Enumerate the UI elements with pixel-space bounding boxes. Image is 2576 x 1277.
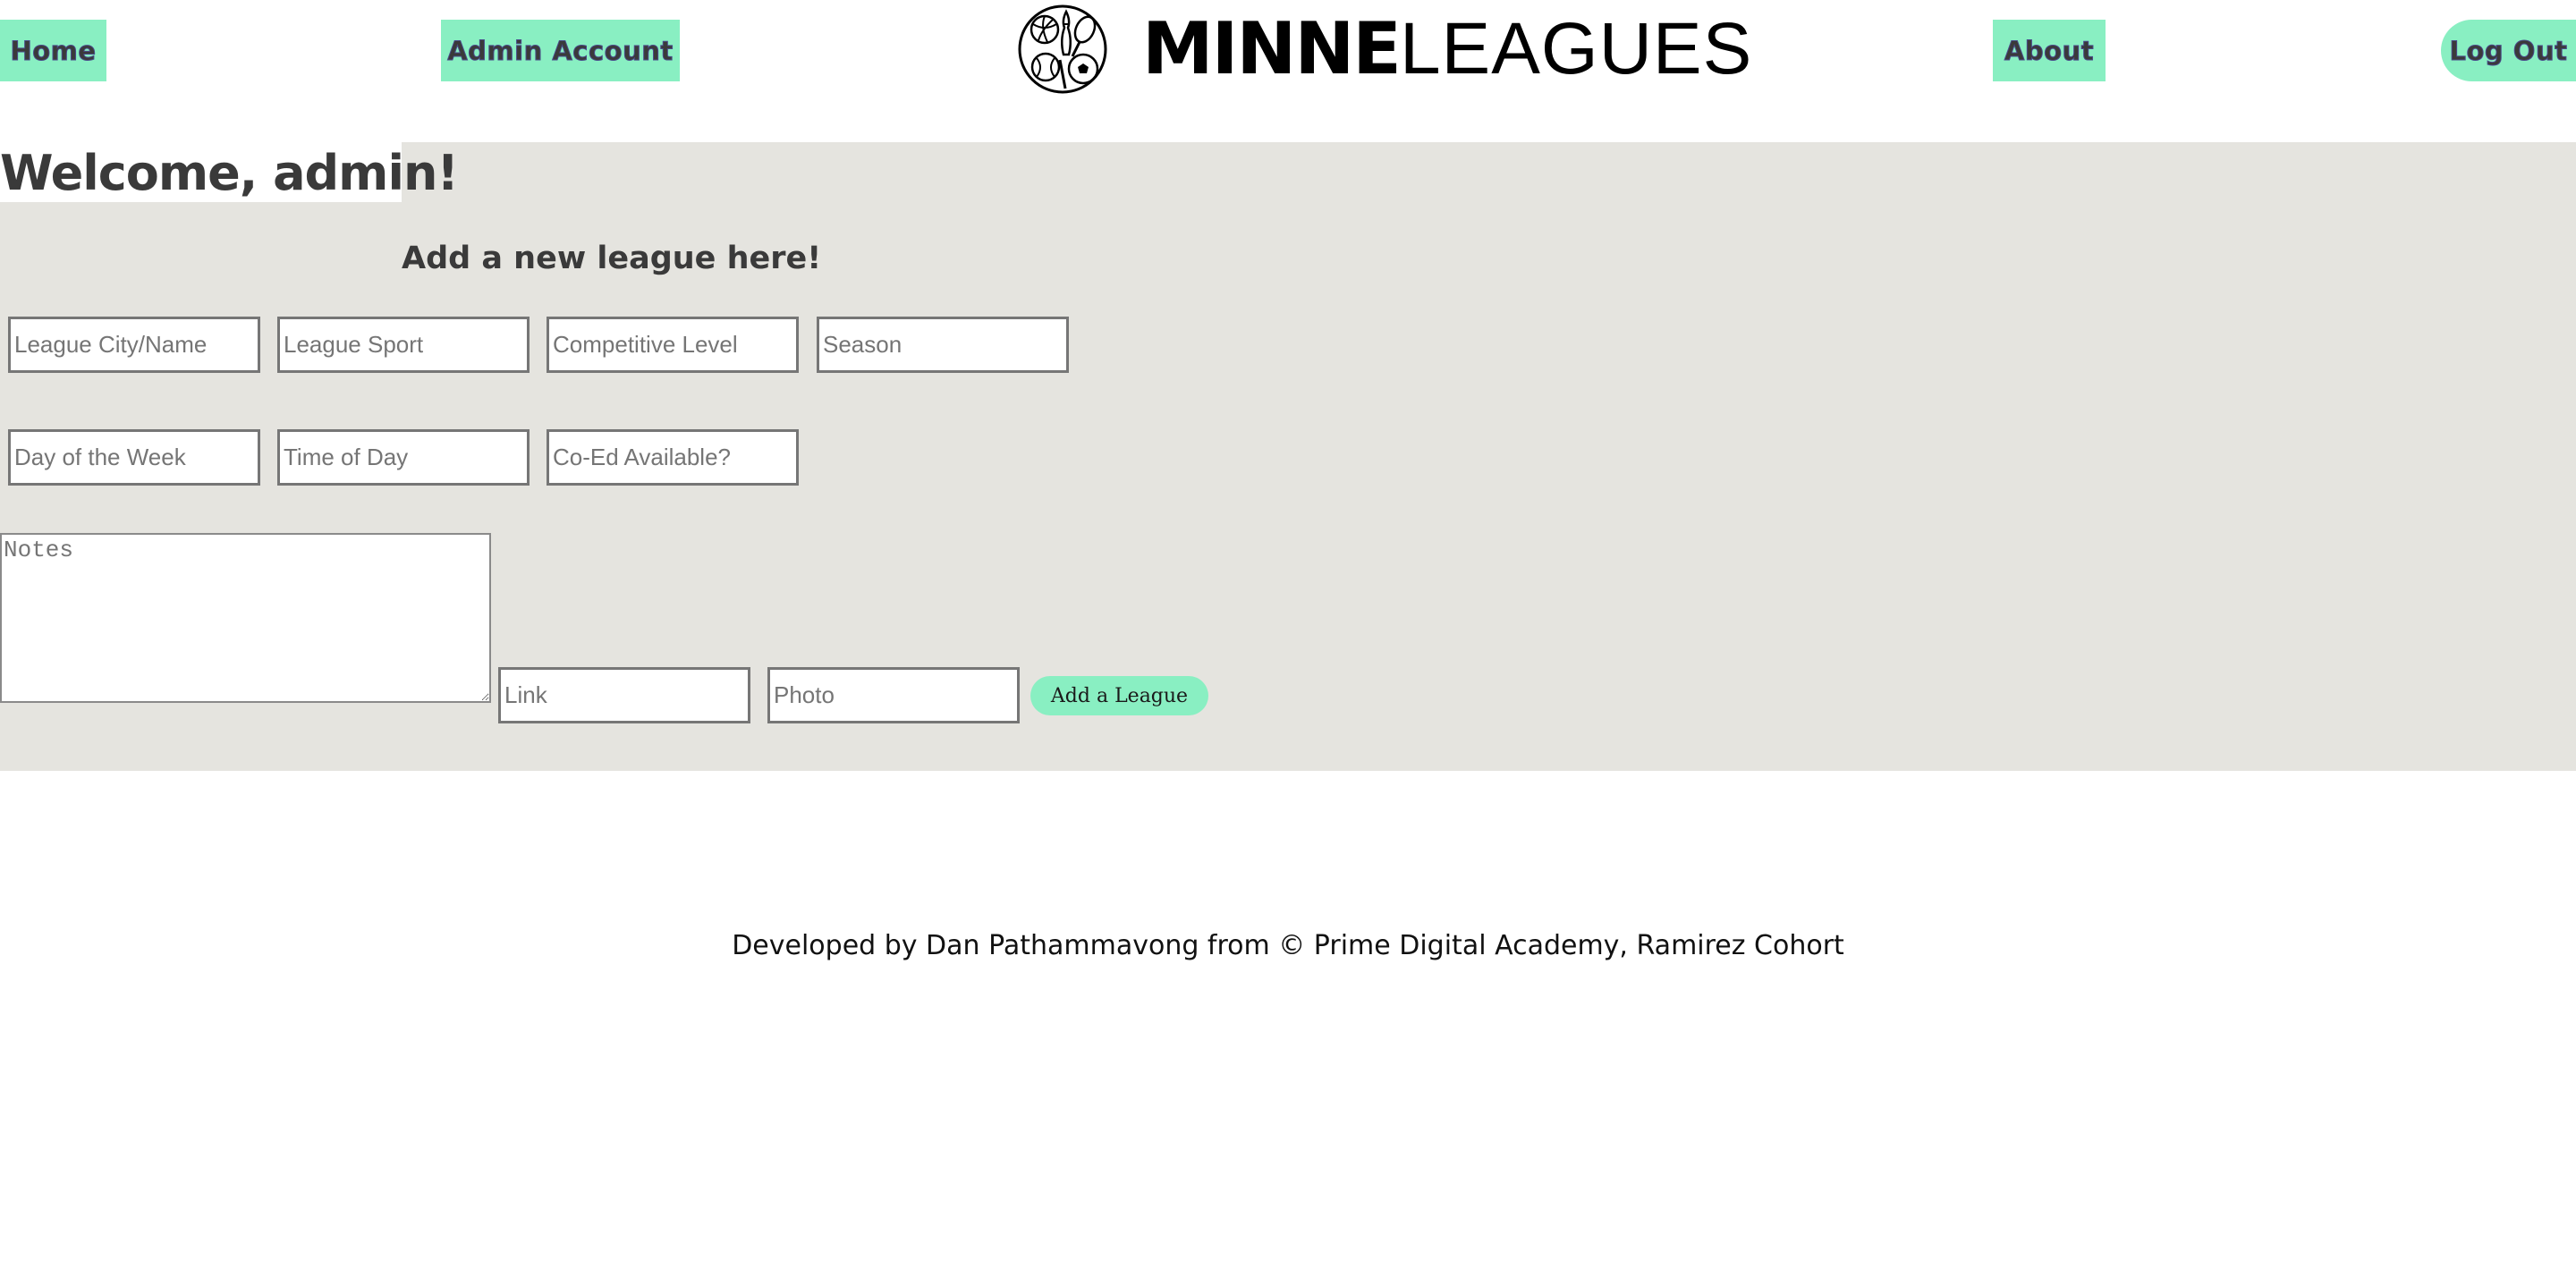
nav-home-button[interactable]: Home (0, 20, 106, 81)
admin-panel: Welcome, admin! Add a new league here! A… (0, 142, 2576, 771)
coed-available-input[interactable] (547, 429, 799, 486)
league-sport-input[interactable] (277, 317, 530, 373)
competitive-level-input[interactable] (547, 317, 799, 373)
logout-button[interactable]: Log Out (2441, 20, 2576, 81)
nav-admin-account-button[interactable]: Admin Account (441, 20, 680, 81)
logo-text-leagues: LEAGUES (1399, 8, 1753, 89)
site-logo-text: MINNELEAGUES (1142, 4, 1752, 94)
footer-credits: Developed by Dan Pathammavong from © Pri… (732, 930, 1844, 961)
day-of-week-input[interactable] (8, 429, 260, 486)
welcome-banner: Welcome, admin! (0, 142, 459, 202)
season-input[interactable] (817, 317, 1069, 373)
league-city-name-input[interactable] (8, 317, 260, 373)
nav-about-button[interactable]: About (1993, 20, 2106, 81)
link-input[interactable] (498, 667, 750, 723)
sports-balls-icon (1018, 4, 1107, 94)
photo-input[interactable] (767, 667, 1020, 723)
logo-text-minne: MINNE (1142, 7, 1402, 90)
add-league-heading: Add a new league here! (402, 241, 822, 276)
time-of-day-input[interactable] (277, 429, 530, 486)
notes-textarea[interactable] (0, 533, 491, 703)
add-league-button[interactable]: Add a League (1030, 676, 1208, 715)
welcome-heading: Welcome, admin! (0, 145, 459, 201)
site-logo: MINNELEAGUES (1015, 4, 1752, 94)
